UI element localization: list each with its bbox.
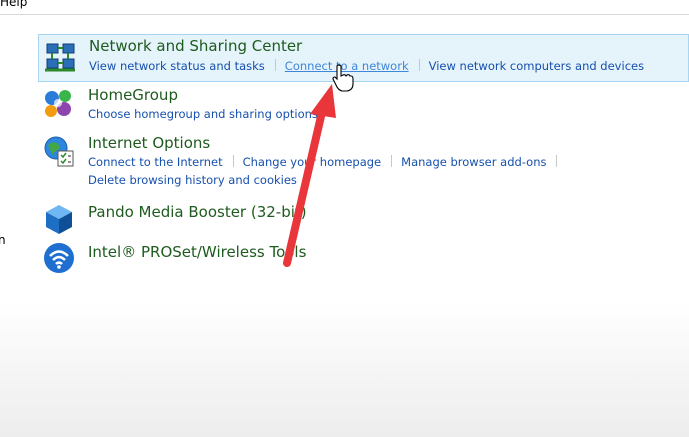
link-row: View network status and tasks Connect to … bbox=[89, 59, 644, 73]
link-separator bbox=[274, 59, 276, 71]
link-row: Choose homegroup and sharing options bbox=[88, 107, 318, 121]
link-manage-addons[interactable]: Manage browser add-ons bbox=[401, 155, 546, 169]
item-pando-media-booster[interactable]: Pando Media Booster (32-bit) bbox=[38, 199, 689, 237]
link-separator bbox=[556, 155, 558, 167]
item-title[interactable]: Pando Media Booster (32-bit) bbox=[88, 203, 307, 221]
item-title[interactable]: HomeGroup bbox=[88, 86, 178, 104]
window-bottom-gradient bbox=[0, 300, 689, 437]
link-separator bbox=[418, 59, 420, 71]
link-view-network-computers[interactable]: View network computers and devices bbox=[429, 59, 644, 73]
internet-options-icon bbox=[44, 136, 74, 167]
link-separator bbox=[391, 155, 393, 167]
item-network-and-sharing-center[interactable]: Network and Sharing Center View network … bbox=[38, 34, 689, 82]
link-row: Delete browsing history and cookies bbox=[88, 173, 297, 187]
link-homegroup-sharing-options[interactable]: Choose homegroup and sharing options bbox=[88, 107, 318, 121]
pando-cube-icon bbox=[46, 205, 72, 234]
item-intel-proset-wireless[interactable]: Intel® PROSet/Wireless Tools bbox=[38, 238, 689, 276]
link-connect-to-network[interactable]: Connect to a network bbox=[285, 59, 409, 73]
link-row: Connect to the Internet Change your homep… bbox=[88, 155, 566, 169]
menu-help[interactable]: Help bbox=[0, 0, 27, 9]
link-separator bbox=[232, 155, 234, 167]
homegroup-icon bbox=[45, 90, 71, 117]
item-title[interactable]: Network and Sharing Center bbox=[89, 37, 302, 55]
menu-bar: Help bbox=[0, 0, 689, 15]
link-change-homepage[interactable]: Change your homepage bbox=[243, 155, 382, 169]
link-view-network-status[interactable]: View network status and tasks bbox=[89, 59, 265, 73]
item-title[interactable]: Intel® PROSet/Wireless Tools bbox=[88, 243, 306, 261]
wireless-signal-icon bbox=[44, 243, 74, 273]
link-connect-to-internet[interactable]: Connect to the Internet bbox=[88, 155, 223, 169]
network-sharing-icon bbox=[45, 43, 75, 72]
left-pane-text-fragment: n bbox=[0, 233, 6, 247]
link-delete-browsing-history[interactable]: Delete browsing history and cookies bbox=[88, 173, 297, 187]
item-title[interactable]: Internet Options bbox=[88, 134, 210, 152]
item-homegroup[interactable]: HomeGroup Choose homegroup and sharing o… bbox=[38, 84, 689, 128]
item-internet-options[interactable]: Internet Options Connect to the Internet… bbox=[38, 132, 689, 190]
